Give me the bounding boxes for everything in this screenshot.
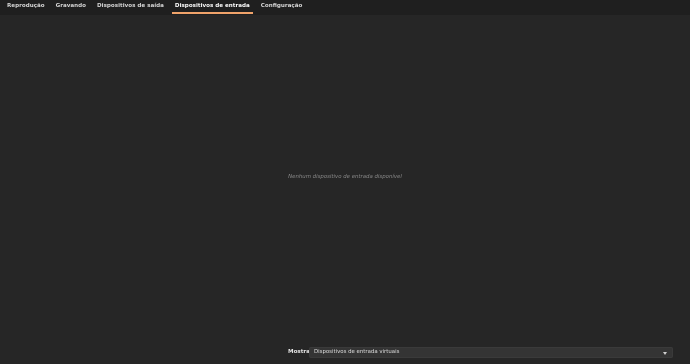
tab-bar: Reprodução Gravando Dispositivos de saíd… [0,0,690,15]
empty-state-message: Nenhum dispositivo de entrada disponível [288,174,402,180]
chevron-down-icon [663,352,667,355]
tab-recording[interactable]: Gravando [52,0,90,14]
tab-playback[interactable]: Reprodução [3,0,49,14]
show-filter-value: Dispositivos de entrada virtuais [314,349,400,355]
show-filter-dropdown[interactable]: Dispositivos de entrada virtuais [309,347,673,358]
tab-output-devices[interactable]: Dispositivos de saída [93,0,168,14]
pavucontrol-window: Reprodução Gravando Dispositivos de saíd… [0,0,690,364]
tab-configuration[interactable]: Configuração [257,0,307,14]
tab-input-devices[interactable]: Dispositivos de entrada [171,0,254,14]
footer-bar: Mostrar: Dispositivos de entrada virtuai… [0,347,690,360]
